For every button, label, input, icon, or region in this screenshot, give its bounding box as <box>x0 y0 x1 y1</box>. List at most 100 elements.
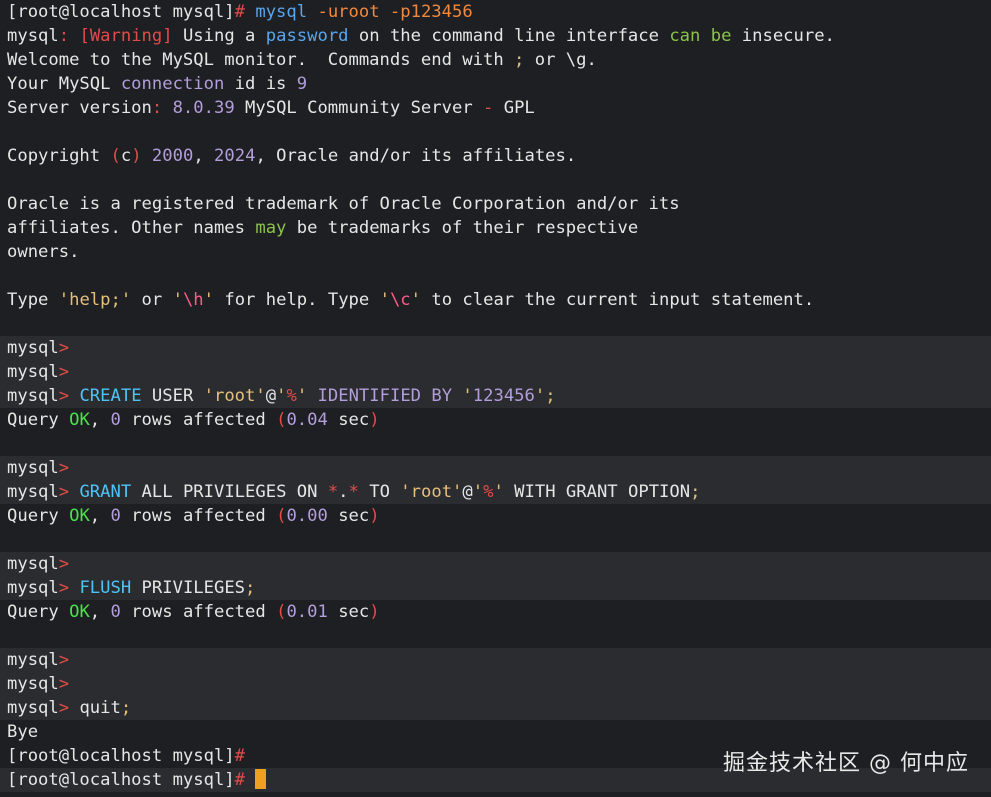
terminal-text: password <box>265 26 349 46</box>
terminal-text: 9 <box>296 74 308 94</box>
terminal-line: Query OK, 0 rows affected (0.01 sec) <box>0 600 991 624</box>
terminal-text: ' <box>379 290 390 310</box>
terminal-text: , <box>89 602 111 622</box>
terminal-text: ; <box>245 578 256 598</box>
terminal-text: > <box>58 386 80 406</box>
terminal-text: mysql <box>7 674 59 694</box>
terminal-text: % <box>483 482 494 502</box>
terminal-text: owners. <box>7 242 80 262</box>
terminal-text: connection <box>120 74 225 94</box>
terminal-text: mysql <box>255 2 308 22</box>
terminal-text: ( <box>110 146 121 166</box>
terminal-text: or <box>131 290 173 310</box>
terminal-text: Query <box>7 410 70 430</box>
terminal-text: 0.00 <box>286 506 328 526</box>
terminal-line: mysql> <box>0 552 991 576</box>
terminal-text: ( <box>276 506 287 526</box>
terminal-text: > <box>58 698 80 718</box>
text-cursor <box>255 769 267 789</box>
terminal-text: Your MySQL <box>7 74 121 94</box>
terminal-line: Bye <box>0 720 991 744</box>
terminal-text: # <box>234 770 256 790</box>
terminal-text: sec <box>327 602 370 622</box>
terminal-text: * <box>348 482 359 502</box>
terminal-text: Warning <box>89 26 163 46</box>
terminal-text: > <box>58 554 70 574</box>
terminal-text: , <box>89 410 111 430</box>
terminal-text: ) <box>369 506 380 526</box>
terminal-text: mysql <box>7 362 59 382</box>
terminal-text: 8.0.39 <box>172 98 235 118</box>
terminal-text: mysql <box>7 458 59 478</box>
terminal-text: Copyright <box>7 146 111 166</box>
terminal-text: 0 <box>110 410 121 430</box>
terminal-text: > <box>58 458 70 478</box>
terminal-text: mysql <box>7 650 59 670</box>
terminal-text: ; <box>120 698 132 718</box>
terminal-text: TO <box>358 482 401 502</box>
terminal-text: insecure. <box>731 26 835 46</box>
terminal-line: owners. <box>0 240 991 264</box>
terminal-text: 0 <box>110 602 121 622</box>
terminal-text: can be <box>669 26 732 46</box>
terminal-window[interactable]: [root@localhost mysql]# mysql -uroot -p1… <box>0 0 991 797</box>
terminal-text: Oracle is a registered trademark of Orac… <box>7 194 680 214</box>
terminal-text: ALL PRIVILEGES ON <box>131 482 328 502</box>
terminal-line: Query OK, 0 rows affected (0.04 sec) <box>0 408 991 432</box>
terminal-text: PRIVILEGES <box>131 578 246 598</box>
terminal-text: [root@localhost mysql] <box>7 770 235 790</box>
terminal-text: mysql <box>7 338 59 358</box>
terminal-text: GRANT <box>79 482 132 502</box>
terminal-text: > <box>58 578 80 598</box>
terminal-text: FLUSH <box>79 578 132 598</box>
terminal-text: ' <box>276 386 287 406</box>
terminal-text: > <box>58 482 80 502</box>
terminal-text: may <box>255 218 287 238</box>
terminal-text: ' <box>203 290 215 310</box>
terminal-line: Type 'help;' or '\h' for help. Type '\c'… <box>0 288 991 312</box>
terminal-line: mysql> <box>0 456 991 480</box>
terminal-line: mysql> FLUSH PRIVILEGES; <box>0 576 991 600</box>
terminal-line: Your MySQL connection id is 9 <box>0 72 991 96</box>
terminal-line: Oracle is a registered trademark of Orac… <box>0 192 991 216</box>
terminal-text: > <box>58 674 70 694</box>
terminal-text: affiliates. Other names <box>7 218 256 238</box>
terminal-text: # <box>234 746 246 766</box>
terminal-text: ; <box>545 386 556 406</box>
terminal-text: % <box>286 386 297 406</box>
terminal-line: mysql: [Warning] Using a password on the… <box>0 24 991 48</box>
terminal-text: USER <box>141 386 204 406</box>
terminal-text: OK <box>69 410 90 430</box>
terminal-text: ; <box>690 482 701 502</box>
terminal-text: : <box>58 26 80 46</box>
terminal-text: or \g. <box>524 50 597 70</box>
terminal-line: mysql> <box>0 360 991 384</box>
terminal-text: Server version <box>7 98 152 118</box>
terminal-line: mysql> <box>0 648 991 672</box>
terminal-text: 2024 <box>214 146 256 166</box>
terminal-text: CREATE <box>79 386 142 406</box>
terminal-text: @ <box>265 386 277 406</box>
terminal-text: 'help;' <box>58 290 132 310</box>
terminal-text: 'root' <box>203 386 266 406</box>
terminal-text: Bye <box>7 722 39 742</box>
terminal-text: mysql <box>7 698 59 718</box>
terminal-text: 0.04 <box>286 410 328 430</box>
terminal-text: , <box>193 146 215 166</box>
terminal-text: ' <box>410 290 422 310</box>
watermark: 掘金技术社区 @ 何中应 <box>723 751 969 776</box>
terminal-text: ' <box>472 482 484 502</box>
terminal-text: on the command line interface <box>348 26 670 46</box>
terminal-line: mysql> <box>0 672 991 696</box>
terminal-text: OK <box>69 506 90 526</box>
terminal-text: ) <box>369 410 380 430</box>
terminal-text: rows affected <box>120 410 277 430</box>
terminal-text: 0 <box>110 506 121 526</box>
terminal-text: sec <box>327 506 370 526</box>
terminal-line: Server version: 8.0.39 MySQL Community S… <box>0 96 991 120</box>
